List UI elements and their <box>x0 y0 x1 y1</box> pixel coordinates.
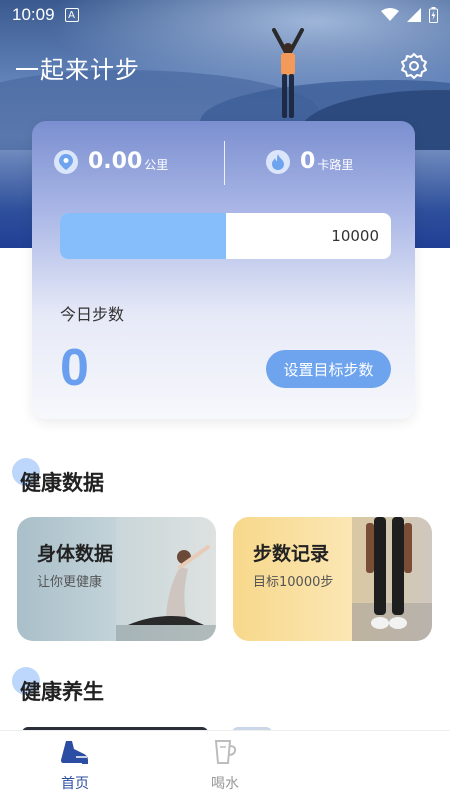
distance-unit: 公里 <box>144 158 169 172</box>
calories-value: 0 <box>300 149 316 174</box>
metric-divider <box>224 141 225 185</box>
today-steps-count: 0 <box>60 339 89 397</box>
notification-icon: A <box>64 8 79 22</box>
wifi-icon <box>381 8 399 21</box>
cup-icon <box>214 740 237 764</box>
yoga-figure-illustration <box>116 517 216 641</box>
step-progress-fill <box>60 213 226 259</box>
status-bar: 10:09 A <box>0 0 450 30</box>
today-steps-label: 今日步数 <box>60 305 125 324</box>
calories-metric: 0 卡路里 <box>266 149 353 174</box>
app-title: 一起来计步 <box>15 56 140 84</box>
battery-icon <box>429 7 438 23</box>
distance-metric: 0.00 公里 <box>54 149 168 174</box>
set-goal-button[interactable]: 设置目标步数 <box>266 350 391 388</box>
distance-value: 0.00 <box>88 149 143 174</box>
step-records-title: 步数记录 <box>253 543 330 565</box>
legs-stretch-illustration <box>352 517 432 641</box>
location-pin-icon <box>54 149 78 174</box>
calories-unit: 卡路里 <box>317 158 354 172</box>
body-data-title: 身体数据 <box>37 543 114 565</box>
nav-water[interactable]: 喝水 <box>195 739 255 793</box>
health-data-title: 健康数据 <box>20 471 104 495</box>
step-progress-bar: 10000 <box>60 213 391 259</box>
signal-icon <box>407 8 421 22</box>
step-records-subtitle: 目标10000步 <box>253 575 334 590</box>
nav-home[interactable]: 首页 <box>45 739 105 793</box>
status-time: 10:09 <box>12 5 55 24</box>
progress-goal-value: 10000 <box>331 227 379 245</box>
settings-gear-icon[interactable] <box>400 52 428 80</box>
step-stats-card: 0.00 公里 0 卡路里 10000 今日步数 0 设置目标步数 <box>32 121 415 419</box>
wellness-title: 健康养生 <box>20 680 104 704</box>
bottom-navigation: 首页 喝水 <box>0 730 450 800</box>
body-data-tile[interactable]: 身体数据 让你更健康 <box>17 517 216 641</box>
running-shoe-icon <box>61 741 88 764</box>
flame-icon <box>266 149 290 174</box>
nav-home-label: 首页 <box>61 776 89 792</box>
hero-person-illustration <box>272 28 304 118</box>
body-data-subtitle: 让你更健康 <box>37 575 103 590</box>
step-records-tile[interactable]: 步数记录 目标10000步 <box>233 517 432 641</box>
nav-water-label: 喝水 <box>211 776 239 792</box>
